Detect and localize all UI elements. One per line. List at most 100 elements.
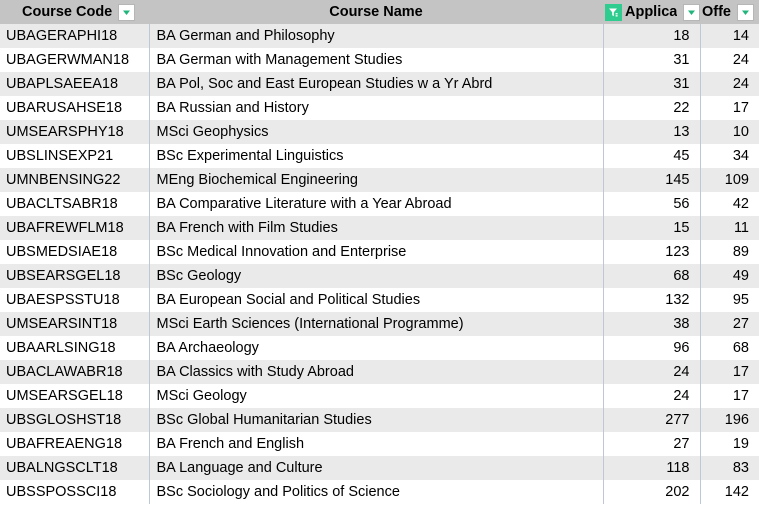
cell-course-code[interactable]: UBAFREWFLM18 [0, 216, 150, 240]
cell-course-name[interactable]: MSci Geology [149, 384, 604, 408]
cell-course-code[interactable]: UBACLAWABR18 [0, 360, 150, 384]
cell-offers[interactable]: 142 [700, 480, 759, 504]
cell-course-name[interactable]: BA Classics with Study Abroad [149, 360, 604, 384]
cell-applications[interactable]: 45 [603, 144, 701, 168]
cell-course-name[interactable]: BA Language and Culture [149, 456, 604, 480]
cell-applications[interactable]: 277 [603, 408, 701, 432]
cell-offers[interactable]: 11 [700, 216, 759, 240]
table-row[interactable]: UBSEARSGEL18 BSc Geology 68 49 [0, 264, 759, 288]
cell-offers[interactable]: 14 [700, 24, 759, 48]
column-header-course-name[interactable]: Course Name [149, 0, 603, 24]
cell-offers[interactable]: 17 [700, 360, 759, 384]
cell-course-code[interactable]: UMSEARSPHY18 [0, 120, 150, 144]
cell-offers[interactable]: 89 [700, 240, 759, 264]
cell-course-name[interactable]: BSc Medical Innovation and Enterprise [149, 240, 604, 264]
cell-offers[interactable]: 19 [700, 432, 759, 456]
cell-course-name[interactable]: BA Pol, Soc and East European Studies w … [149, 72, 604, 96]
table-row[interactable]: UBAGERWMAN18 BA German with Management St… [0, 48, 759, 72]
cell-course-name[interactable]: BA German and Philosophy [149, 24, 604, 48]
table-row[interactable]: UBAFREAENG18 BA French and English 27 19 [0, 432, 759, 456]
table-row[interactable]: UBALNGSCLT18 BA Language and Culture 118 83 [0, 456, 759, 480]
cell-course-name[interactable]: BA Russian and History [149, 96, 604, 120]
cell-applications[interactable]: 132 [603, 288, 701, 312]
cell-applications[interactable]: 15 [603, 216, 701, 240]
table-row[interactable]: UMSEARSGEL18 MSci Geology 24 17 [0, 384, 759, 408]
cell-offers[interactable]: 109 [700, 168, 759, 192]
cell-course-code[interactable]: UBSSPOSSCI18 [0, 480, 150, 504]
cell-course-code[interactable]: UBAPLSAEEA18 [0, 72, 150, 96]
cell-offers[interactable]: 196 [700, 408, 759, 432]
cell-applications[interactable]: 31 [603, 48, 701, 72]
cell-course-code[interactable]: UMSEARSINT18 [0, 312, 150, 336]
cell-course-name[interactable]: BA Archaeology [149, 336, 604, 360]
cell-course-name[interactable]: BSc Experimental Linguistics [149, 144, 604, 168]
column-header-applications[interactable]: Applicatio [603, 0, 700, 24]
column-header-course-code[interactable]: Course Code [0, 0, 149, 24]
cell-course-code[interactable]: UMNBENSING22 [0, 168, 150, 192]
cell-course-code[interactable]: UBAARLSING18 [0, 336, 150, 360]
cell-offers[interactable]: 95 [700, 288, 759, 312]
table-row[interactable]: UBSGLOSHST18 BSc Global Humanitarian Stud… [0, 408, 759, 432]
cell-applications[interactable]: 13 [603, 120, 701, 144]
chevron-down-icon[interactable] [737, 3, 754, 21]
cell-applications[interactable]: 96 [603, 336, 701, 360]
table-row[interactable]: UBSMEDSIAE18 BSc Medical Innovation and E… [0, 240, 759, 264]
cell-offers[interactable]: 24 [700, 72, 759, 96]
cell-course-name[interactable]: BSc Sociology and Politics of Science [149, 480, 604, 504]
cell-applications[interactable]: 22 [603, 96, 701, 120]
cell-offers[interactable]: 24 [700, 48, 759, 72]
table-row[interactable]: UBACLAWABR18 BA Classics with Study Abroa… [0, 360, 759, 384]
cell-course-name[interactable]: BA French and English [149, 432, 604, 456]
cell-course-code[interactable]: UBACLTSABR18 [0, 192, 150, 216]
cell-applications[interactable]: 27 [603, 432, 701, 456]
cell-course-name[interactable]: MEng Biochemical Engineering [149, 168, 604, 192]
cell-course-code[interactable]: UBSEARSGEL18 [0, 264, 150, 288]
cell-applications[interactable]: 24 [603, 384, 701, 408]
cell-offers[interactable]: 42 [700, 192, 759, 216]
cell-applications[interactable]: 56 [603, 192, 701, 216]
cell-offers[interactable]: 17 [700, 384, 759, 408]
table-row[interactable]: UMNBENSING22 MEng Biochemical Engineering… [0, 168, 759, 192]
cell-course-code[interactable]: UBAGERAPHI18 [0, 24, 150, 48]
table-row[interactable]: UMSEARSPHY18 MSci Geophysics 13 10 [0, 120, 759, 144]
cell-offers[interactable]: 17 [700, 96, 759, 120]
cell-applications[interactable]: 118 [603, 456, 701, 480]
cell-course-name[interactable]: BA European Social and Political Studies [149, 288, 604, 312]
cell-offers[interactable]: 83 [700, 456, 759, 480]
cell-course-code[interactable]: UBALNGSCLT18 [0, 456, 150, 480]
filter-icon[interactable] [605, 3, 622, 21]
chevron-down-icon[interactable] [118, 3, 136, 21]
cell-applications[interactable]: 31 [603, 72, 701, 96]
cell-applications[interactable]: 24 [603, 360, 701, 384]
cell-offers[interactable]: 27 [700, 312, 759, 336]
cell-course-name[interactable]: MSci Earth Sciences (International Progr… [149, 312, 604, 336]
cell-applications[interactable]: 68 [603, 264, 701, 288]
cell-applications[interactable]: 202 [603, 480, 701, 504]
table-row[interactable]: UBACLTSABR18 BA Comparative Literature wi… [0, 192, 759, 216]
chevron-down-icon[interactable] [683, 3, 700, 21]
table-row[interactable]: UBAFREWFLM18 BA French with Film Studies 1… [0, 216, 759, 240]
table-row[interactable]: UBAPLSAEEA18 BA Pol, Soc and East Europea… [0, 72, 759, 96]
table-row[interactable]: UBSSPOSSCI18 BSc Sociology and Politics o… [0, 480, 759, 504]
column-header-offers[interactable]: Offe [700, 0, 759, 24]
cell-offers[interactable]: 34 [700, 144, 759, 168]
table-row[interactable]: UBARUSAHSE18 BA Russian and History 22 17 [0, 96, 759, 120]
cell-course-name[interactable]: BSc Global Humanitarian Studies [149, 408, 604, 432]
table-row[interactable]: UBAARLSING18 BA Archaeology 96 68 [0, 336, 759, 360]
cell-course-code[interactable]: UMSEARSGEL18 [0, 384, 150, 408]
cell-applications[interactable]: 145 [603, 168, 701, 192]
cell-course-code[interactable]: UBAGERWMAN18 [0, 48, 150, 72]
cell-applications[interactable]: 123 [603, 240, 701, 264]
cell-offers[interactable]: 49 [700, 264, 759, 288]
table-row[interactable]: UBAGERAPHI18 BA German and Philosophy 18 14 [0, 24, 759, 48]
cell-applications[interactable]: 38 [603, 312, 701, 336]
cell-applications[interactable]: 18 [603, 24, 701, 48]
cell-course-name[interactable]: BA Comparative Literature with a Year Ab… [149, 192, 604, 216]
cell-course-code[interactable]: UBSLINSEXP21 [0, 144, 150, 168]
cell-course-name[interactable]: BA French with Film Studies [149, 216, 604, 240]
cell-course-name[interactable]: BSc Geology [149, 264, 604, 288]
table-row[interactable]: UBSLINSEXP21 BSc Experimental Linguistics… [0, 144, 759, 168]
cell-course-name[interactable]: MSci Geophysics [149, 120, 604, 144]
cell-course-code[interactable]: UBAESPSSTU18 [0, 288, 150, 312]
table-row[interactable]: UBAESPSSTU18 BA European Social and Polit… [0, 288, 759, 312]
